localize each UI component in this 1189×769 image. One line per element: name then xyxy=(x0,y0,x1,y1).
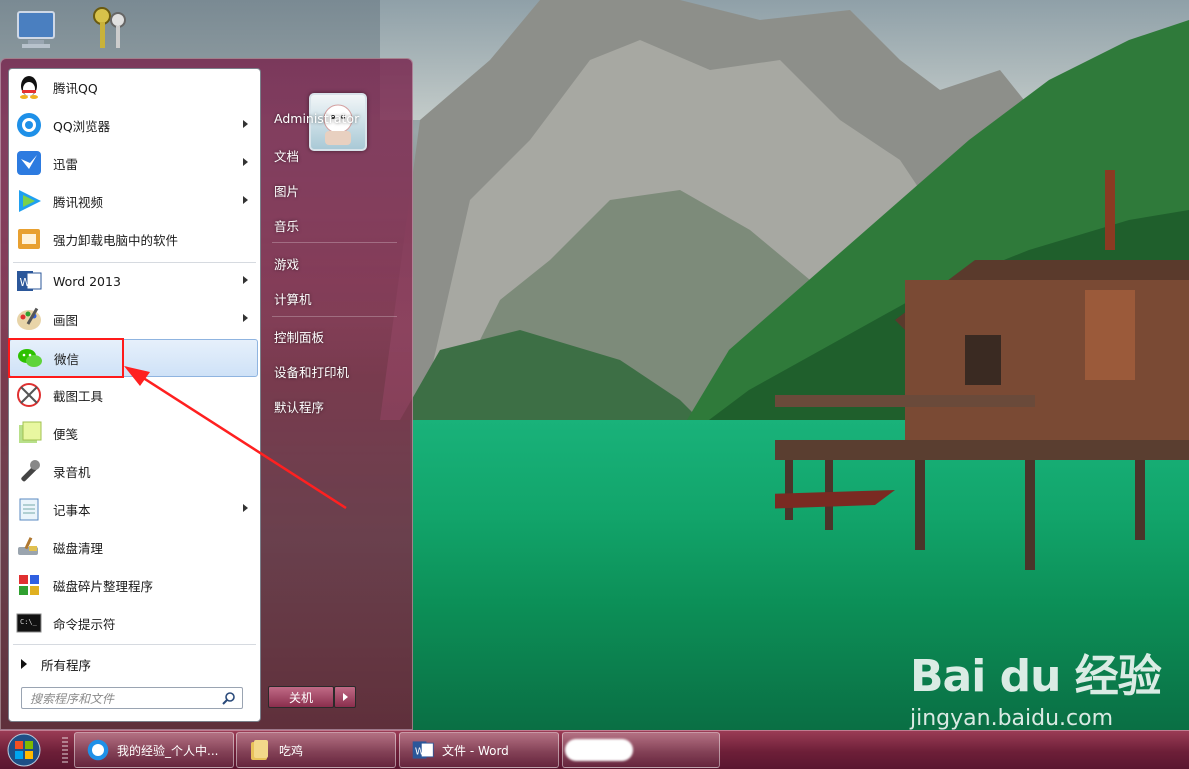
snipping-tool-icon xyxy=(13,379,45,411)
all-programs-label: 所有程序 xyxy=(41,657,92,673)
xunlei-icon xyxy=(13,147,45,179)
program-label: 截图工具 xyxy=(53,388,104,404)
qq-icon xyxy=(13,71,45,103)
redacted-label xyxy=(565,739,633,761)
svg-text:C:\_: C:\_ xyxy=(20,618,38,626)
program-label: QQ浏览器 xyxy=(53,118,111,134)
search-input[interactable]: 搜索程序和文件 xyxy=(21,687,243,709)
word-icon: W xyxy=(13,265,45,297)
paint-icon xyxy=(13,303,45,335)
svg-text:W: W xyxy=(20,276,31,289)
submenu-arrow-icon[interactable] xyxy=(243,276,248,284)
program-disk-cleanup[interactable]: 磁盘清理 xyxy=(9,529,260,565)
program-label: 磁盘碎片整理程序 xyxy=(53,578,154,594)
program-defragmenter[interactable]: 磁盘碎片整理程序 xyxy=(9,567,260,603)
program-label: 记事本 xyxy=(53,502,91,518)
notepad-icon xyxy=(13,493,45,525)
taskbar-grip[interactable] xyxy=(62,737,68,763)
user-name-link[interactable]: Administrator xyxy=(274,111,359,126)
games-link[interactable]: 游戏 xyxy=(274,254,299,273)
submenu-arrow-icon[interactable] xyxy=(243,314,248,322)
program-tencent-video[interactable]: 腾讯视频 xyxy=(9,183,260,219)
taskbar-button-browser[interactable]: 我的经验_个人中... xyxy=(74,732,234,768)
start-orb-icon[interactable] xyxy=(4,732,44,768)
taskbar-button-redacted[interactable] xyxy=(562,732,720,768)
program-label: 画图 xyxy=(53,312,79,328)
sticky-notes-icon xyxy=(13,417,45,449)
program-cmd[interactable]: C:\_ 命令提示符 xyxy=(9,605,260,641)
submenu-arrow-icon[interactable] xyxy=(243,158,248,166)
music-link[interactable]: 音乐 xyxy=(274,216,299,235)
program-uninstaller[interactable]: 强力卸载电脑中的软件 xyxy=(9,221,260,257)
svg-text:W: W xyxy=(415,746,424,757)
right-separator xyxy=(272,242,397,243)
keys-desktop-icon[interactable] xyxy=(88,4,136,52)
shutdown-button[interactable]: 关机 xyxy=(268,686,334,708)
default-programs-link[interactable]: 默认程序 xyxy=(274,397,324,416)
documents-link[interactable]: 文档 xyxy=(274,146,299,165)
all-programs-button[interactable]: 所有程序 xyxy=(9,649,260,679)
baidu-watermark: Bai du 经验 jingyan.baidu.com xyxy=(910,640,1162,730)
programs-separator xyxy=(13,644,256,645)
qq-browser-icon xyxy=(13,109,45,141)
search-icon[interactable] xyxy=(222,691,236,705)
cmd-icon: C:\_ xyxy=(13,607,45,639)
submenu-arrow-icon[interactable] xyxy=(243,196,248,204)
program-label: 强力卸载电脑中的软件 xyxy=(53,232,179,248)
tencent-video-icon xyxy=(13,185,45,217)
taskbar-label: 文件 - Word xyxy=(442,743,509,758)
program-xunlei[interactable]: 迅雷 xyxy=(9,145,260,181)
taskbar-button-folder[interactable]: 吃鸡 xyxy=(236,732,396,768)
chevron-right-icon xyxy=(342,693,348,701)
submenu-arrow-icon[interactable] xyxy=(243,120,248,128)
computer-desktop-icon[interactable] xyxy=(12,6,60,54)
annotation-arrow xyxy=(124,366,347,510)
computer-link[interactable]: 计算机 xyxy=(274,289,312,308)
taskbar-label: 吃鸡 xyxy=(279,743,304,758)
all-programs-arrow-icon xyxy=(21,659,27,669)
right-separator xyxy=(272,316,397,317)
shutdown-options-button[interactable] xyxy=(334,686,356,708)
program-qq[interactable]: 腾讯QQ xyxy=(9,69,260,105)
uninstaller-icon xyxy=(13,223,45,255)
wallpaper-boathouse xyxy=(775,170,1189,570)
program-label: 录音机 xyxy=(53,464,91,480)
program-paint[interactable]: 画图 xyxy=(9,301,260,337)
qq-browser-icon xyxy=(85,737,111,763)
watermark-brand: Bai du 经验 xyxy=(910,651,1162,702)
disk-cleanup-icon xyxy=(13,531,45,563)
program-label: 命令提示符 xyxy=(53,616,116,632)
program-word-2013[interactable]: W Word 2013 xyxy=(9,263,260,299)
wechat-highlight-box xyxy=(8,338,124,378)
program-label: 腾讯视频 xyxy=(53,194,104,210)
taskbar-label: 我的经验_个人中... xyxy=(117,743,219,758)
program-label: 迅雷 xyxy=(53,156,79,172)
program-label: 腾讯QQ xyxy=(53,80,98,96)
program-qq-browser[interactable]: QQ浏览器 xyxy=(9,107,260,143)
folder-icon xyxy=(247,737,273,763)
program-label: 便笺 xyxy=(53,426,79,442)
control-panel-link[interactable]: 控制面板 xyxy=(274,327,324,346)
pictures-link[interactable]: 图片 xyxy=(274,181,299,200)
taskbar: 我的经验_个人中... 吃鸡 W 文件 - Word xyxy=(0,730,1189,769)
program-label: 磁盘清理 xyxy=(53,540,104,556)
devices-printers-link[interactable]: 设备和打印机 xyxy=(274,362,349,381)
defragmenter-icon xyxy=(13,569,45,601)
sound-recorder-icon xyxy=(13,455,45,487)
program-label: Word 2013 xyxy=(53,273,121,289)
word-icon: W xyxy=(410,737,436,763)
taskbar-button-word[interactable]: W 文件 - Word xyxy=(399,732,559,768)
watermark-url: jingyan.baidu.com xyxy=(910,706,1114,730)
search-placeholder: 搜索程序和文件 xyxy=(30,691,115,706)
